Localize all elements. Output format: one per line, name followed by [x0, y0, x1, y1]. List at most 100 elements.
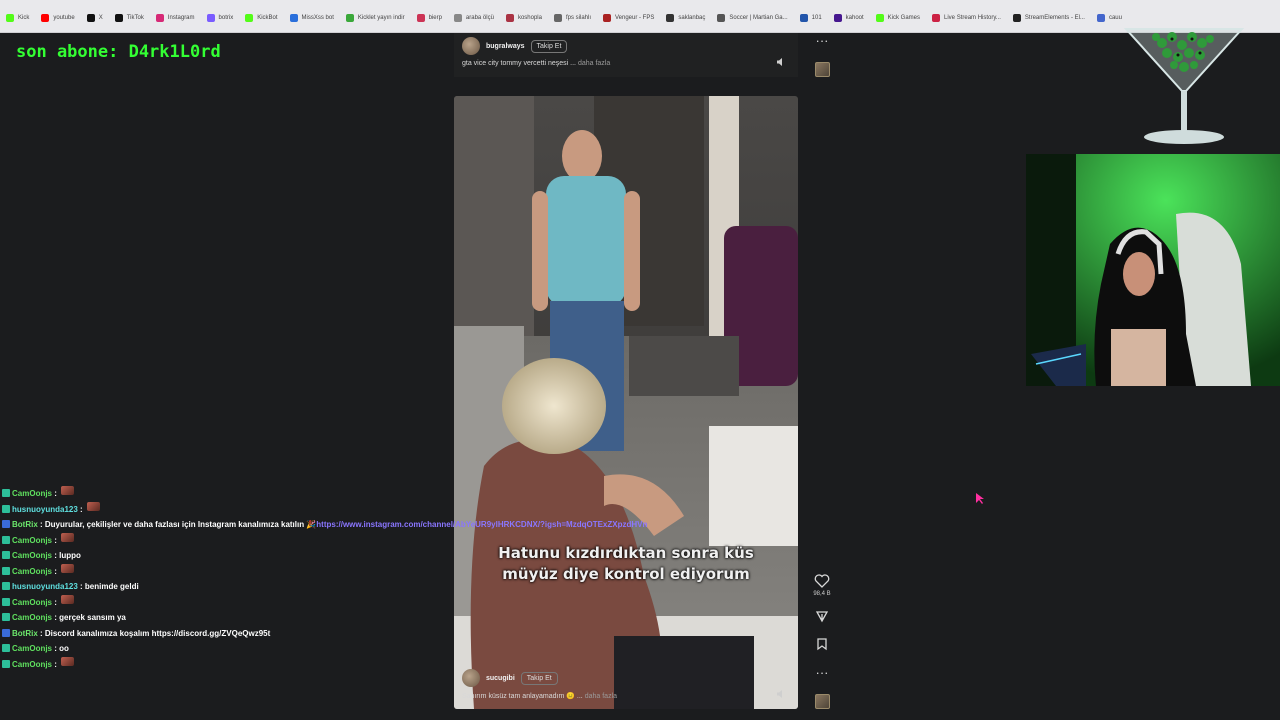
favicon-icon	[6, 14, 14, 22]
favicon-icon	[245, 14, 254, 22]
chat-username[interactable]: husnuoyunda123	[12, 579, 78, 595]
audio-thumbnail[interactable]	[815, 694, 830, 709]
chat-text: gerçek sansım ya	[59, 613, 126, 622]
favicon-icon	[155, 14, 164, 22]
reel-username[interactable]: sucugibi	[486, 675, 515, 682]
chat-username[interactable]: CamOonjs	[12, 564, 52, 580]
chat-username[interactable]: CamOonjs	[12, 610, 52, 626]
chat-username[interactable]: CamOonjs	[12, 641, 52, 657]
chat-message: husnuoyunda123 : benimde geldi	[0, 579, 320, 595]
video-subtitle: Hatunu kızdırdıktan sonra küs müyüz diye…	[498, 544, 754, 583]
bookmark-item[interactable]: araba ölçü	[453, 14, 494, 22]
bookmark-label: koshopla	[517, 15, 542, 21]
bookmark-icon[interactable]	[812, 634, 832, 654]
bookmark-item[interactable]: MissXss bot	[289, 14, 334, 22]
bookmark-item[interactable]: saklanbaç	[666, 14, 705, 22]
favicon-icon	[932, 14, 941, 22]
chat-link[interactable]: https://www.instagram.com/channel/AbYeUR…	[316, 517, 647, 533]
bookmark-item[interactable]: Kick Games	[875, 14, 921, 22]
subscriber-badge-icon	[2, 613, 10, 621]
bookmark-label: MissXss bot	[301, 15, 334, 21]
bookmark-item[interactable]: cauu	[1096, 14, 1122, 22]
follow-button[interactable]: Takip Et	[530, 39, 568, 53]
bookmark-item[interactable]: X	[86, 14, 103, 22]
chat-username[interactable]: BotRix	[12, 626, 38, 642]
favicon-icon	[717, 14, 726, 22]
bookmark-label: Soccer | Martian Ga...	[729, 15, 788, 21]
like-count: 98,4 B	[813, 591, 831, 597]
chat-username[interactable]: CamOonjs	[12, 548, 52, 564]
previous-post[interactable]: bugralways Takip Et gta vice city tommy …	[454, 33, 798, 77]
chat-message: CamOonjs :	[0, 594, 320, 611]
more-horizontal-icon[interactable]: ···	[812, 30, 832, 50]
emote-icon	[61, 563, 75, 573]
bookmark-item[interactable]: youtube	[41, 14, 75, 22]
bookmark-item[interactable]: koshopla	[505, 14, 542, 22]
martini-glass-icon	[1123, 28, 1245, 144]
video-frame	[454, 96, 798, 709]
chat-message: CamOonjs :	[0, 563, 320, 580]
favicon-icon	[41, 14, 50, 22]
bookmark-item[interactable]: Instagram	[155, 14, 195, 22]
chat-separator: :	[77, 582, 85, 591]
heart-icon[interactable]	[812, 571, 832, 591]
chat-text: oo	[59, 644, 69, 653]
follow-button[interactable]: Takip Et	[520, 671, 558, 685]
chat-separator: :	[77, 504, 85, 514]
send-icon[interactable]	[812, 606, 832, 626]
audio-thumbnail[interactable]	[815, 62, 830, 77]
chat-username[interactable]: husnuoyunda123	[12, 502, 78, 518]
chat-username[interactable]: CamOonjs	[12, 657, 52, 673]
chat-message: CamOonjs : luppo	[0, 548, 320, 564]
bookmark-item[interactable]: fps silahlı	[553, 14, 591, 22]
bookmark-item[interactable]: botrix	[206, 14, 233, 22]
bookmark-item[interactable]: KickBot	[245, 14, 278, 22]
bookmark-item[interactable]: Vengeur - FPS	[603, 14, 654, 22]
more-horizontal-icon[interactable]: ···	[812, 662, 832, 682]
chat-username[interactable]: CamOonjs	[12, 533, 52, 549]
bookmark-item[interactable]: bierp	[416, 14, 442, 22]
avatar[interactable]	[462, 37, 480, 55]
bookmark-label: TikTok	[126, 15, 144, 21]
favicon-icon	[86, 14, 95, 22]
more-link[interactable]: daha fazla	[585, 693, 617, 700]
subscriber-badge-icon	[2, 597, 10, 606]
volume-icon[interactable]	[776, 57, 786, 67]
chat-separator: :	[52, 597, 60, 607]
bookmark-label: Instagram	[167, 15, 195, 21]
bookmark-label: Vengeur - FPS	[615, 15, 655, 21]
bookmark-item[interactable]: StreamElements - El...	[1012, 14, 1085, 22]
chat-separator: :	[52, 489, 60, 498]
more-link[interactable]: daha fazla	[578, 60, 610, 67]
bookmarks-bar: Kick youtube X TikTok Instagram botrix KickBot…	[0, 0, 1280, 33]
bookmark-item[interactable]: kahoot	[833, 14, 864, 22]
bookmark-label: Kick Games	[887, 15, 921, 21]
chat-separator: :	[52, 535, 60, 545]
reel-video[interactable]: Hatunu kızdırdıktan sonra küs müyüz diye…	[454, 96, 798, 709]
bookmark-label: araba ölçü	[465, 15, 494, 21]
chat-username[interactable]: CamOonjs	[12, 595, 52, 611]
bookmark-item[interactable]: Live Stream History...	[932, 14, 1001, 22]
webcam-feed	[1026, 154, 1280, 386]
favicon-icon	[833, 14, 842, 22]
bookmark-item[interactable]: Soccer | Martian Ga...	[717, 14, 788, 22]
bookmark-label: fps silahlı	[565, 15, 591, 21]
bookmark-label: cauu	[1108, 15, 1122, 21]
chat-text: benimde geldi	[84, 582, 139, 591]
post-username[interactable]: bugralways	[486, 43, 525, 50]
bookmark-item[interactable]: TikTok	[114, 14, 144, 22]
avatar[interactable]	[462, 669, 480, 687]
bookmark-item[interactable]: Kick	[6, 14, 29, 22]
bookmark-label: youtube	[53, 15, 75, 21]
favicon-icon	[1096, 14, 1105, 22]
chat-username[interactable]: CamOonjs	[12, 486, 52, 502]
volume-icon[interactable]	[776, 689, 786, 699]
chat-message: CamOonjs :	[0, 532, 320, 549]
chat-message: CamOonjs : gerçek sansım ya	[0, 610, 320, 626]
chat-text: luppo	[59, 551, 81, 560]
chat-message: BotRix : Discord kanalımıza koşalım http…	[0, 626, 302, 642]
bookmark-item[interactable]: Kicklet yayın indir	[345, 14, 405, 22]
bot-badge-icon	[2, 628, 10, 637]
bookmark-item[interactable]: 101	[799, 14, 822, 22]
chat-username[interactable]: BotRix	[12, 517, 38, 533]
